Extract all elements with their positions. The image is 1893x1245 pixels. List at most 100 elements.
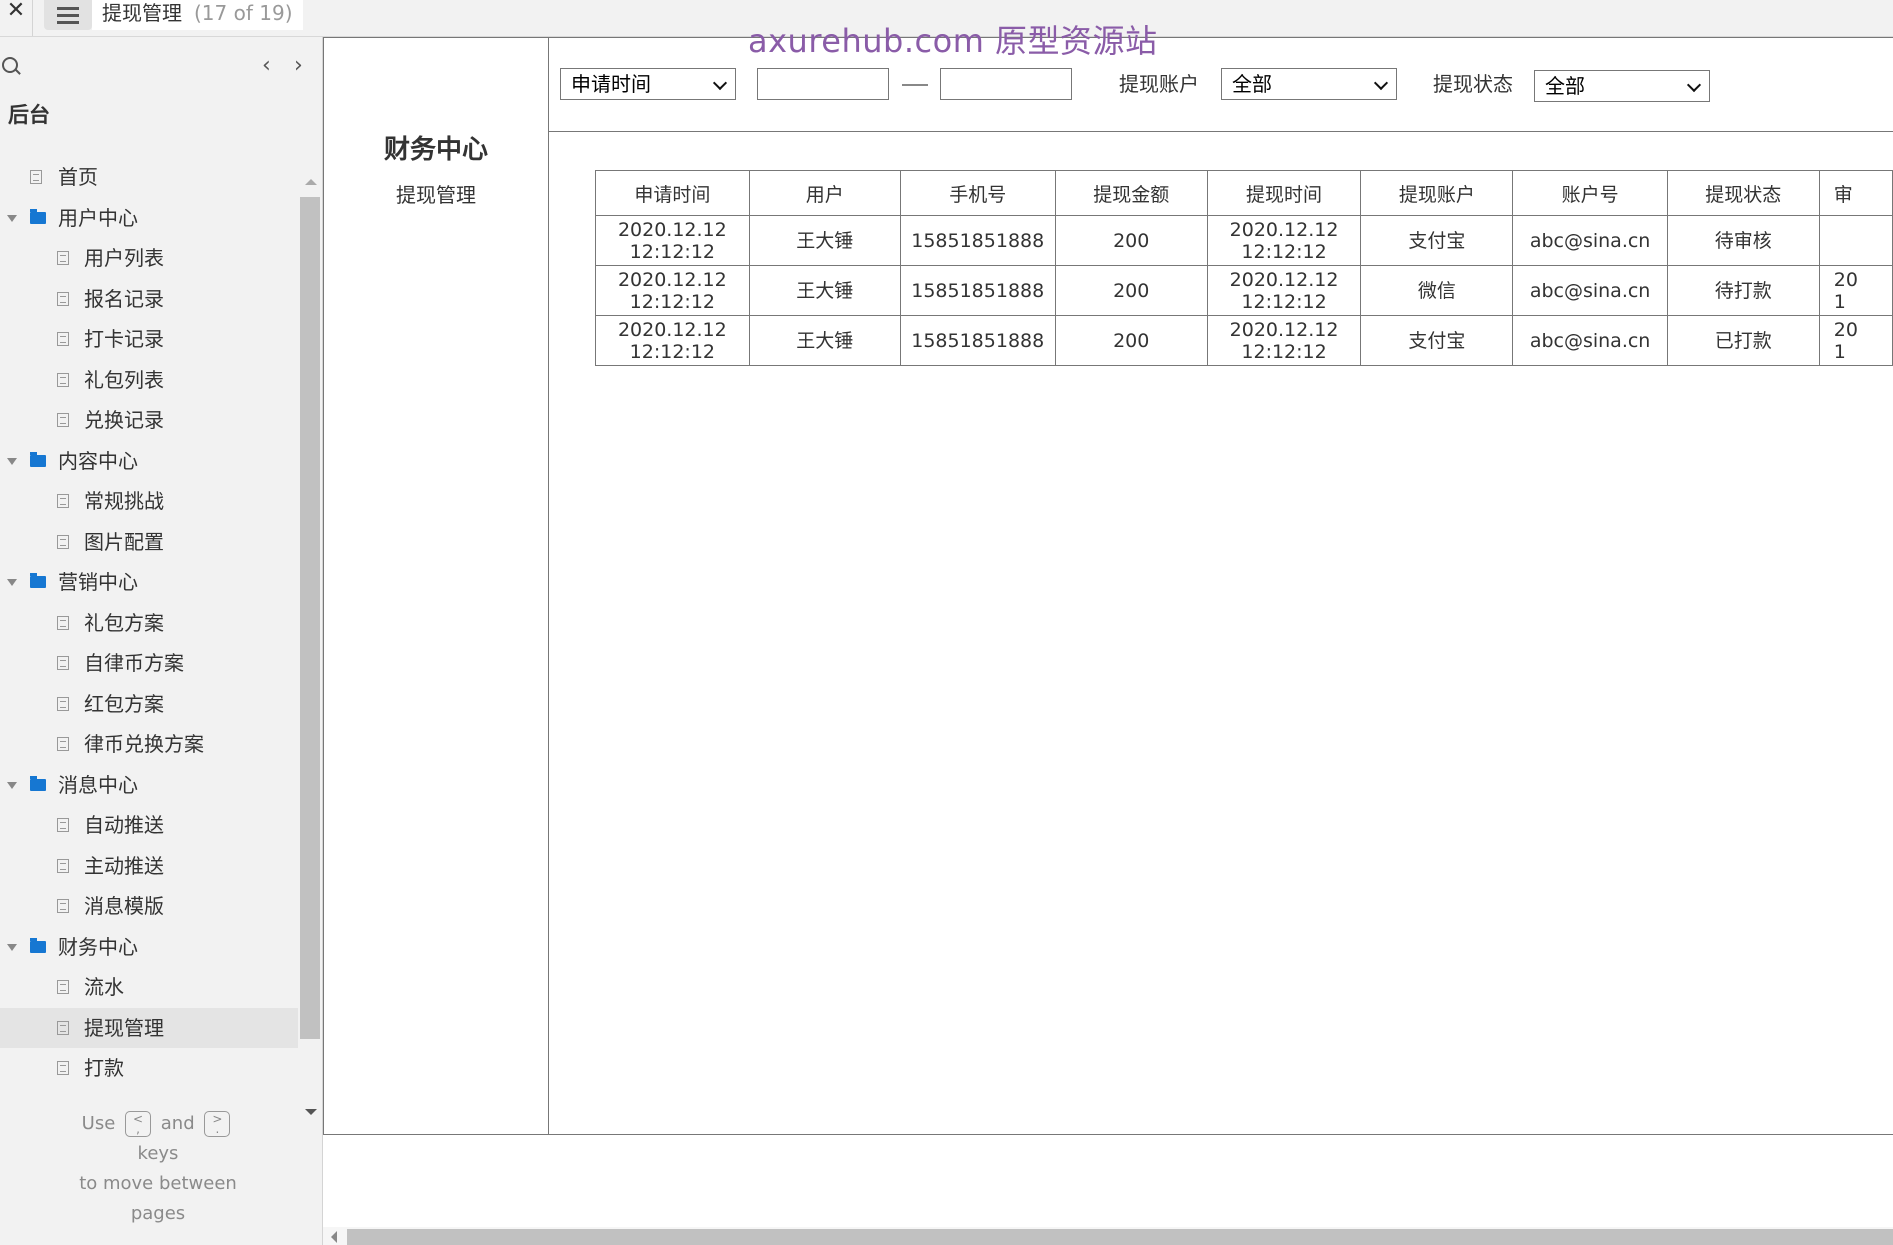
sidebar-toolbar: ‹ › (0, 49, 322, 85)
cell-status-text: 待打款 (1714, 279, 1772, 302)
page-icon (57, 413, 69, 427)
cell-account: 支付宝 (1360, 215, 1514, 266)
chevron-down-icon (1686, 77, 1702, 93)
section-subtitle[interactable]: 提现管理 (323, 179, 549, 208)
sitemap-page[interactable]: 自律币方案 (0, 643, 298, 684)
sitemap-folder[interactable]: 用户中心 (0, 198, 298, 239)
start-date-input[interactable] (757, 68, 889, 100)
sitemap-item-label: 礼包方案 (84, 610, 164, 635)
help-keys: keys (137, 1143, 179, 1164)
sitemap-page[interactable]: 消息模版 (0, 886, 298, 927)
table-body: 2020.12.12 12:12:12 王大锤 15851851888 200 2020.… (595, 215, 1893, 366)
sitemap-folder[interactable]: 营销中心 (0, 562, 298, 603)
chevron-down-icon (712, 75, 728, 91)
status-select-value: 全部 (1545, 74, 1585, 98)
sitemap-folder[interactable]: 消息中心 (0, 765, 298, 806)
sitemap-item-label: 自律币方案 (84, 651, 184, 675)
cell-audit-time-text: 20 (1833, 268, 1858, 291)
status-select[interactable]: 全部 (1534, 70, 1710, 102)
cell-apply-time-text: 12:12:12 (629, 240, 716, 263)
cell-user-text: 王大锤 (796, 279, 854, 302)
sitemap-page[interactable]: 主动推送 (0, 846, 298, 887)
prev-page-button[interactable]: ‹ (262, 51, 271, 81)
sitemap-item-label: 消息中心 (58, 772, 138, 797)
page-icon (57, 737, 69, 751)
sitemap-page[interactable]: 自动推送 (0, 805, 298, 846)
page-icon (57, 818, 69, 832)
cell-phone: 15851851888 (899, 215, 1056, 266)
caret-down-icon[interactable] (7, 457, 17, 465)
scroll-thumb[interactable] (300, 197, 320, 1039)
scroll-up-icon[interactable] (305, 179, 317, 185)
time-type-value: 申请时间 (571, 72, 651, 96)
caret-down-icon[interactable] (7, 579, 17, 586)
help-line3: to move between (79, 1173, 237, 1194)
key-prev-icon: <, (125, 1111, 152, 1137)
sidebar: ‹ › 后台 首页 用户中心 用户列表 报名记录 打卡记录 礼包列表 兑换记录 内容中心 常规挑… (0, 37, 323, 1245)
sitemap-page[interactable]: 首页 (0, 157, 298, 198)
table-row[interactable]: 2020.12.12 12:12:12 王大锤 15851851888 200 2020.… (595, 215, 1893, 266)
cell-apply-time-text: 12:12:12 (629, 340, 716, 363)
range-dash (902, 84, 928, 86)
page-icon (57, 494, 69, 508)
sitemap-page[interactable]: 图片配置 (0, 522, 298, 563)
page-icon (57, 291, 69, 306)
sitemap-item-label: 打款 (84, 1056, 124, 1080)
page-canvas: 财务中心 提现管理 申请时间 提现账户 全部 提现状态 全部 申请时间 用户 手… (323, 37, 1893, 1135)
sitemap-item-label: 礼包列表 (84, 367, 164, 392)
sitemap-page[interactable]: 流水 (0, 967, 298, 1008)
sitemap-item-label: 红包方案 (84, 691, 164, 716)
col-apply-time: 申请时间 (595, 170, 750, 216)
scroll-left-icon[interactable] (331, 1231, 337, 1243)
cell-audit-time (1818, 215, 1893, 266)
sidebar-scrollbar[interactable] (300, 177, 320, 1117)
sitemap-page[interactable]: 礼包列表 (0, 360, 298, 401)
sitemap-page[interactable]: 兑换记录 (0, 400, 298, 441)
page-icon (57, 696, 69, 711)
table-row[interactable]: 2020.12.12 12:12:12 王大锤 15851851888 200 2020.… (595, 265, 1893, 316)
col-audit-time: 审 (1818, 170, 1893, 216)
sitemap-page[interactable]: 红包方案 (0, 684, 298, 725)
close-button[interactable]: ✕ (0, 0, 33, 36)
sitemap-tree: 首页 用户中心用户列表报名记录打卡记录礼包列表兑换记录内容中心 常规挑战 图片配置 营销… (0, 157, 298, 1087)
keyboard-help: Use <, and >. keys to move between pages (0, 1109, 316, 1229)
menu-button[interactable] (44, 0, 92, 30)
end-date-input[interactable] (940, 68, 1072, 100)
cell-account-no: abc@sina.cn (1512, 215, 1668, 266)
cell-user: 王大锤 (748, 315, 901, 366)
sitemap-page[interactable]: 律币兑换方案 (0, 724, 298, 765)
time-type-select[interactable]: 申请时间 (560, 68, 736, 100)
table-row[interactable]: 2020.12.12 12:12:12 王大锤 15851851888 200 2020.… (595, 315, 1893, 366)
caret-down-icon[interactable] (7, 943, 17, 951)
section-panel: 财务中心 提现管理 (323, 37, 549, 1135)
sitemap-page[interactable]: 打款 (0, 1048, 298, 1087)
col-status: 提现状态 (1666, 170, 1820, 216)
horizontal-scrollbar[interactable] (323, 1227, 1893, 1245)
sitemap-page[interactable]: 礼包方案 (0, 603, 298, 644)
caret-down-icon[interactable] (7, 214, 17, 222)
cell-amount: 200 (1054, 265, 1208, 316)
page-icon (57, 899, 69, 913)
cell-apply-time-text: 2020.12.12 (617, 268, 727, 291)
search-icon[interactable] (2, 57, 18, 73)
sitemap-folder[interactable]: 内容中心 (0, 441, 298, 482)
account-select[interactable]: 全部 (1221, 68, 1397, 100)
cell-account-no-text: abc@sina.cn (1529, 329, 1651, 352)
sitemap-page[interactable]: 报名记录 (0, 279, 298, 320)
cell-account-no: abc@sina.cn (1512, 315, 1668, 366)
cell-amount-text: 200 (1113, 329, 1150, 352)
sitemap-item-label: 打卡记录 (84, 327, 164, 351)
help-line4: pages (130, 1203, 186, 1224)
sitemap-item-label: 兑换记录 (84, 408, 164, 432)
caret-down-icon[interactable] (7, 781, 17, 789)
cell-amount-text: 200 (1113, 229, 1150, 252)
next-page-button[interactable]: › (294, 51, 303, 81)
sitemap-folder[interactable]: 财务中心 (0, 927, 298, 968)
sitemap-page[interactable]: 用户列表 (0, 238, 298, 279)
horizontal-scroll-thumb[interactable] (347, 1229, 1893, 1245)
sitemap-item-label: 自动推送 (84, 813, 164, 837)
sitemap-page[interactable]: 提现管理 (0, 1007, 298, 1048)
sitemap-page[interactable]: 打卡记录 (0, 319, 298, 360)
sitemap-item-label: 用户列表 (84, 246, 164, 270)
sitemap-page[interactable]: 常规挑战 (0, 481, 298, 522)
